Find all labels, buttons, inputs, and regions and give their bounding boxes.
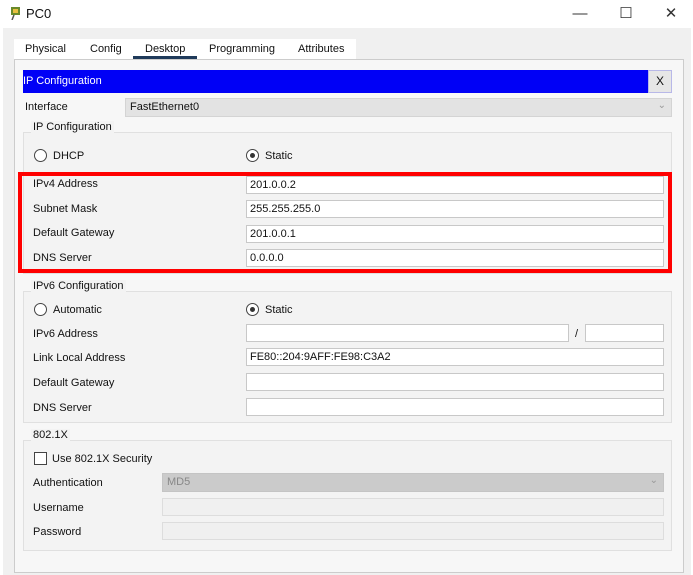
minimize-button[interactable]: — [565,4,595,24]
link-local-input[interactable]: FE80::204:9AFF:FE98:C3A2 [246,348,664,366]
chevron-down-icon: ⌄ [657,100,666,111]
tab-physical[interactable]: Physical [25,43,66,55]
title-bar: PC0 — ☐ ✕ [0,0,693,28]
use-security-label: Use 802.1X Security [52,453,153,465]
static6-label: Static [265,304,293,316]
ipv6-group-label: IPv6 Configuration [31,280,126,292]
dot1x-group-label: 802.1X [31,429,70,441]
password-input[interactable] [162,522,664,540]
gateway6-input[interactable] [246,373,664,391]
maximize-button[interactable]: ☐ [611,4,641,24]
dhcp-radio[interactable] [34,149,47,162]
window-title: PC0 [26,6,52,21]
auth-value: MD5 [167,476,191,488]
auth-select[interactable]: MD5 ⌄ [162,473,664,492]
chevron-down-icon: ⌄ [649,475,658,486]
gateway6-label: Default Gateway [33,377,115,389]
interface-select[interactable]: FastEthernet0 ⌄ [125,98,672,117]
ip-config-close-button[interactable]: X [648,70,672,93]
interface-value: FastEthernet0 [130,101,200,113]
tab-config[interactable]: Config [90,43,122,55]
use-security-checkbox[interactable] [34,452,47,465]
tab-programming[interactable]: Programming [209,43,275,55]
prefix-input[interactable] [585,324,664,342]
link-local-label: Link Local Address [33,352,126,364]
static-label: Static [265,150,293,162]
tab-desktop[interactable]: Desktop [145,43,185,55]
username-label: Username [33,502,84,514]
ipv4-group-label: IP Configuration [31,121,114,133]
static6-radio[interactable] [246,303,259,316]
highlight-box [18,172,672,273]
prefix-slash: / [575,328,579,340]
username-input[interactable] [162,498,664,516]
ip-config-header: IP Configuration [23,70,648,93]
ipv6-label: IPv6 Address [33,328,98,340]
automatic-label: Automatic [53,304,102,316]
close-button[interactable]: ✕ [656,4,686,24]
static-radio[interactable] [246,149,259,162]
ipv6-input[interactable] [246,324,569,342]
dhcp-label: DHCP [53,150,85,162]
auth-label: Authentication [33,477,103,489]
automatic-radio[interactable] [34,303,47,316]
ip-config-title: IP Configuration [23,75,102,87]
dns6-label: DNS Server [33,402,92,414]
tab-attributes[interactable]: Attributes [298,43,344,55]
packet-tracer-pc-icon [9,6,23,21]
dns6-input[interactable] [246,398,664,416]
password-label: Password [33,526,82,538]
interface-label: Interface [25,101,68,113]
